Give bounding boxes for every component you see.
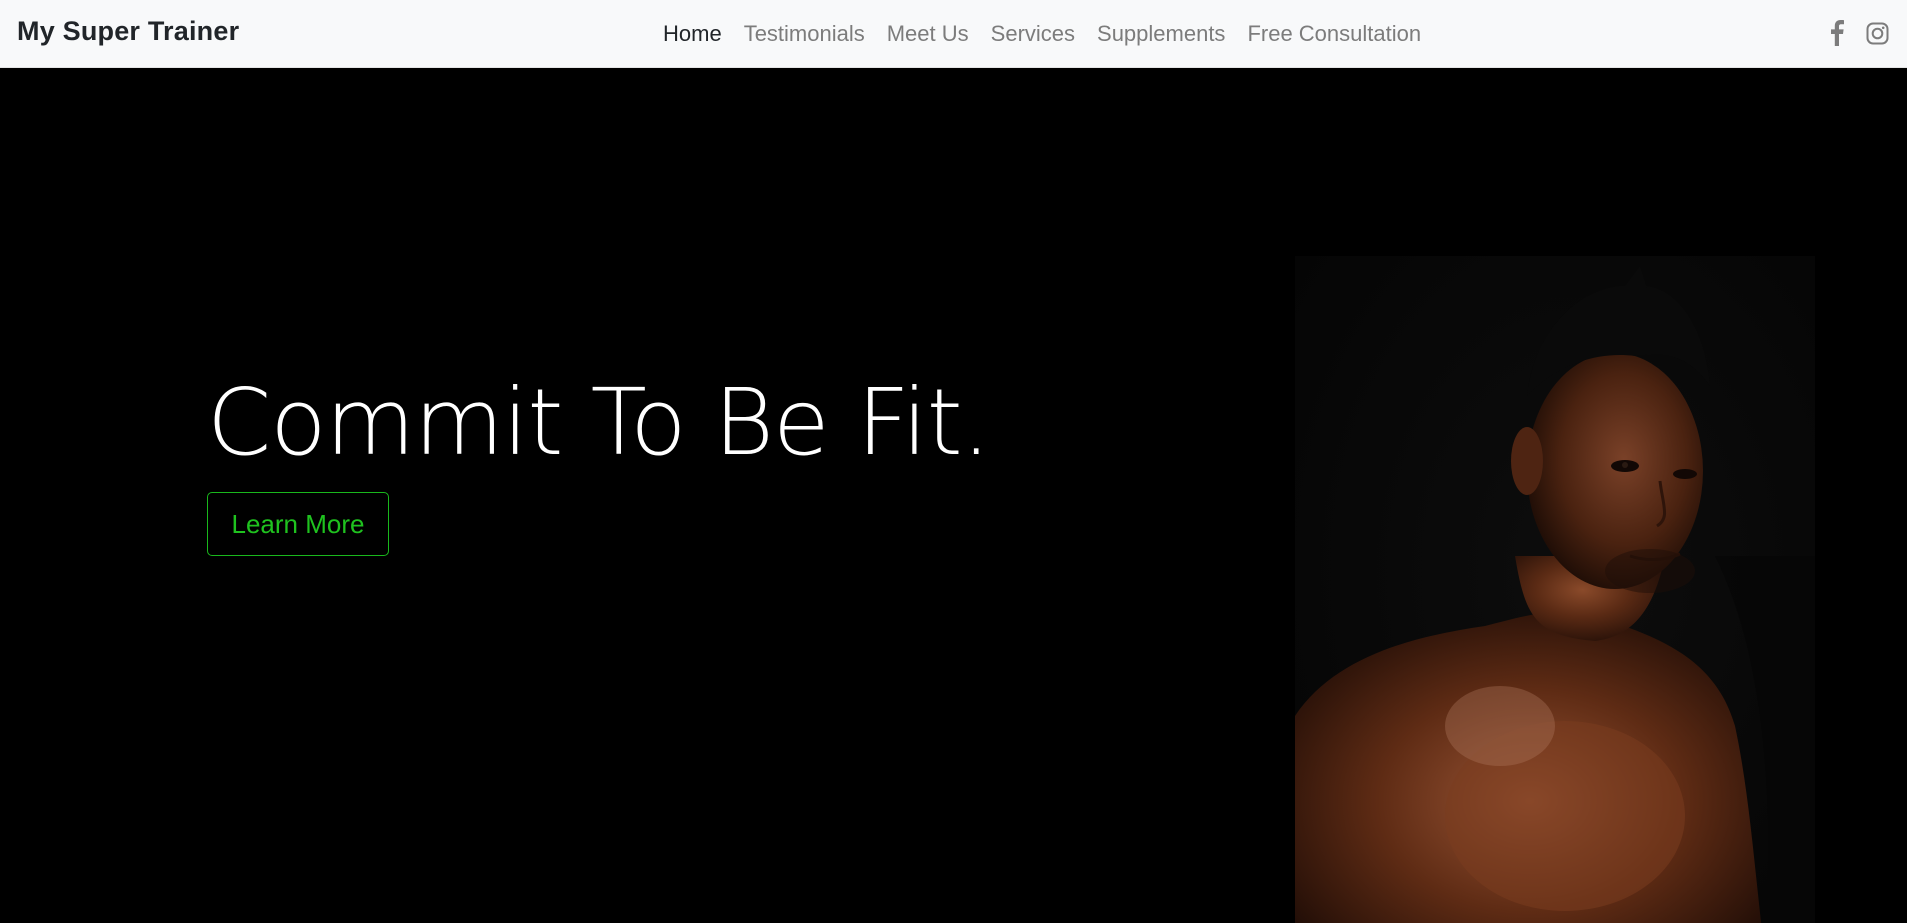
hero-headline: Commit To Be Fit. [207,369,991,476]
nav-link-meet-us[interactable]: Meet Us [887,21,969,47]
learn-more-button[interactable]: Learn More [207,492,389,556]
hero-section: Commit To Be Fit. Learn More [0,69,1907,923]
nav-link-testimonials[interactable]: Testimonials [744,21,865,47]
nav-links: Home Testimonials Meet Us Services Suppl… [663,0,1421,68]
nav-link-home[interactable]: Home [663,21,722,47]
brand-logo[interactable]: My Super Trainer [17,16,239,47]
trainer-photo [1295,256,1815,923]
instagram-icon[interactable] [1866,22,1889,45]
social-links [1830,20,1889,46]
nav-link-supplements[interactable]: Supplements [1097,21,1225,47]
navbar: My Super Trainer Home Testimonials Meet … [0,0,1907,68]
facebook-icon[interactable] [1830,20,1844,46]
nav-link-services[interactable]: Services [991,21,1075,47]
nav-link-free-consultation[interactable]: Free Consultation [1247,21,1421,47]
